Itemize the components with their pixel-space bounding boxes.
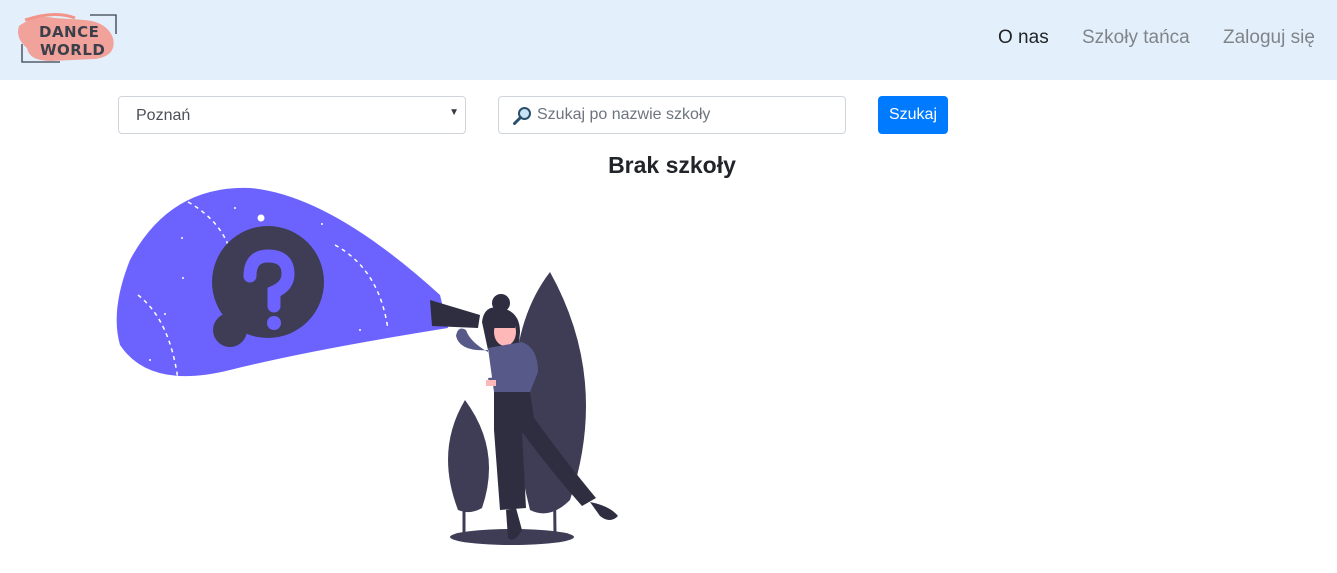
magnifier-icon — [513, 107, 531, 125]
plant-leaf-small — [448, 400, 490, 513]
not-found-illustration — [116, 187, 618, 545]
navbar: DANCE WORLD O nas Szkoły tańca Zaloguj s… — [0, 0, 1337, 80]
school-search-input[interactable] — [537, 103, 837, 127]
city-select-value: Poznań — [136, 107, 191, 124]
nav-link-dance-schools[interactable]: Szkoły tańca — [1082, 27, 1190, 49]
search-button[interactable]: Szukaj — [878, 96, 948, 134]
dance-world-logo[interactable]: DANCE WORLD — [15, 12, 119, 66]
logo-text-dance: DANCE — [39, 23, 100, 41]
school-search-field[interactable] — [498, 96, 846, 134]
chevron-down-icon: ▼ — [449, 107, 459, 118]
city-select[interactable]: Poznań ▼ — [118, 96, 466, 134]
nav-link-about[interactable]: O nas — [998, 27, 1049, 49]
logo-text-world: WORLD — [40, 41, 106, 59]
no-school-message: Brak szkoły — [608, 152, 736, 178]
nav-link-login[interactable]: Zaloguj się — [1223, 27, 1315, 49]
